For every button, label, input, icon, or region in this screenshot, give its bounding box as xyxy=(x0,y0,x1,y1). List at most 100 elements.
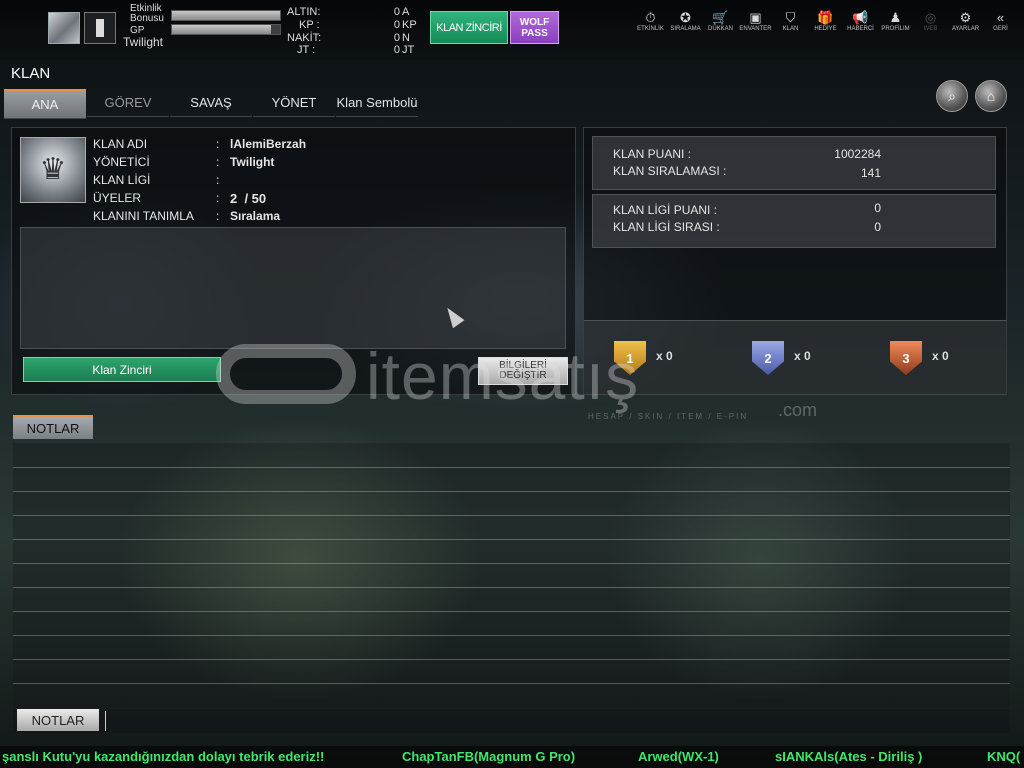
search-button[interactable]: ⌕ xyxy=(936,80,968,112)
nav-label: SIRALAMA xyxy=(670,26,701,32)
clan-chain-top-button[interactable]: KLAN ZİNCİRİ xyxy=(430,11,508,44)
wolf-pass-button[interactable]: WOLF PASS xyxy=(510,11,559,44)
note-line xyxy=(13,539,1010,540)
bronze-medal-count: x 0 xyxy=(932,349,949,363)
clan-tabs: ANA GÖREV SAVAŞ YÖNET Klan Sembolü xyxy=(4,89,419,119)
clan-name-row: KLAN ADI: lAlemiBerzah xyxy=(93,137,493,153)
nav-globe[interactable]: ◎ WEB xyxy=(913,10,948,32)
note-line xyxy=(13,467,1010,468)
edit-info-button[interactable]: BİLGİLERİ DEĞİŞTİR xyxy=(478,357,568,385)
silver-medal-icon: 2 xyxy=(752,341,784,375)
notes-input[interactable] xyxy=(105,711,990,731)
info-colon: : xyxy=(216,173,220,187)
search-icon: ⌕ xyxy=(948,87,956,104)
tab-4[interactable]: Klan Sembolü xyxy=(336,89,418,117)
note-line xyxy=(13,563,1010,564)
currency-value: 0 xyxy=(393,6,400,18)
nav-stopwatch[interactable]: ⏱ ETKİNLİK xyxy=(633,10,668,32)
currency-value: 0 xyxy=(393,19,400,31)
home-button[interactable]: ⌂ xyxy=(975,80,1007,112)
top-bar: Etkinlik Bonusu GP Twilight ALTIN: 0 A K… xyxy=(0,0,1024,60)
league-score-box: KLAN LİGİ PUANI : 0 KLAN LİGİ SIRASI : 0 xyxy=(592,194,996,248)
nav-label: ENVANTER xyxy=(739,26,772,32)
currency-unit: JT xyxy=(402,44,415,56)
info-colon: : xyxy=(216,191,220,205)
info-key: YÖNETİCİ xyxy=(93,155,150,169)
currency-unit: KP xyxy=(402,19,417,31)
notes-submit-button[interactable]: NOTLAR xyxy=(17,709,99,731)
clan-name-value: lAlemiBerzah xyxy=(230,137,307,151)
news-ticker: şanslı Kutu'yu kazandığınızdan dolayı te… xyxy=(0,746,1024,768)
gp-bar xyxy=(171,24,281,35)
nav-gift[interactable]: 🎁 HEDİYE xyxy=(808,10,843,32)
note-line xyxy=(13,515,1010,516)
event-bonus-bar-fill xyxy=(172,11,280,20)
info-key: KLAN ADI xyxy=(93,137,148,151)
tab-2[interactable]: SAVAŞ xyxy=(170,89,252,117)
nav-inventory[interactable]: ▣ ENVANTER xyxy=(738,10,773,32)
nav-shield[interactable]: ⛉ KLAN xyxy=(773,10,808,32)
currency-nakit: NAKİT: 0 N xyxy=(287,32,427,44)
home-icon: ⌂ xyxy=(986,88,996,104)
username: Twilight xyxy=(123,35,164,49)
nav-cart[interactable]: 🛒 DÜKKAN xyxy=(703,10,738,32)
clan-league-row: KLAN LİGİ: xyxy=(93,173,493,189)
nav-gear[interactable]: ⚙ AYARLAR xyxy=(948,10,983,32)
currency-unit: N xyxy=(402,32,410,44)
clan-members-row: ÜYELER: 2 / 50 xyxy=(93,191,493,207)
event-bonus-bar xyxy=(171,10,281,21)
tab-1[interactable]: GÖREV xyxy=(87,89,169,117)
nav-label: HABERCİ xyxy=(847,26,874,32)
currency-label: JT : xyxy=(297,44,316,56)
clan-description-box[interactable] xyxy=(20,227,566,349)
shield-icon: ⛉ xyxy=(785,10,796,25)
medal-icon: ✪ xyxy=(680,10,691,25)
silver-medal-count: x 0 xyxy=(794,349,811,363)
clan-info-panel: ♛ KLAN ADI: lAlemiBerzah YÖNETİCİ: Twili… xyxy=(11,127,576,395)
note-line xyxy=(13,683,1010,684)
event-bonus-label: Etkinlik Bonusu xyxy=(130,3,164,24)
nav-label: GERİ xyxy=(993,26,1008,32)
currency-jt: JT : 0 JT xyxy=(287,44,427,56)
page-title: KLAN xyxy=(11,65,51,82)
clan-description-value: Sıralama xyxy=(230,209,281,223)
nav-profile[interactable]: ♟ PROFİLIM xyxy=(878,10,913,32)
clan-rank-value: 141 xyxy=(860,166,881,180)
cart-icon: 🛒 xyxy=(712,10,729,25)
stat-key: KLAN PUANI : xyxy=(613,147,692,161)
watermark-subtext: HESAP / SKIN / ITEM / E-PIN xyxy=(588,412,749,421)
currency-label: NAKİT: xyxy=(287,32,322,44)
currency-value: 0 xyxy=(393,44,400,56)
watermark-domain: .com xyxy=(778,400,818,420)
nav-megaphone[interactable]: 📢 HABERCİ xyxy=(843,10,878,32)
clan-stats-panel: KLAN PUANI : 1002284 KLAN SIRALAMASI : 1… xyxy=(583,127,1007,395)
currency-kp: KP : 0 KP xyxy=(287,19,427,31)
stopwatch-icon: ⏱ xyxy=(645,10,656,25)
nav-medal[interactable]: ✪ SIRALAMA xyxy=(668,10,703,32)
stat-key: KLAN SIRALAMASI : xyxy=(613,164,727,178)
rank-badge-icon xyxy=(48,12,80,44)
nav-label: PROFİLIM xyxy=(881,26,910,32)
medal-strip: 1 x 0 2 x 0 3 x 0 xyxy=(584,320,1006,395)
league-rank-value: 0 xyxy=(874,220,881,234)
note-line xyxy=(13,611,1010,612)
profile-icon: ♟ xyxy=(889,10,902,25)
stat-key: KLAN LİGİ SIRASI : xyxy=(613,220,720,234)
notes-tab[interactable]: NOTLAR xyxy=(13,415,93,439)
clan-score-box: KLAN PUANI : 1002284 KLAN SIRALAMASI : 1… xyxy=(592,136,996,190)
inventory-icon: ▣ xyxy=(749,10,762,25)
tab-3[interactable]: YÖNET xyxy=(253,89,335,117)
info-key: KLANINI TANIMLA xyxy=(93,209,194,223)
player-status-icon[interactable] xyxy=(84,12,116,44)
gear-icon: ⚙ xyxy=(959,10,972,25)
currency-label: KP : xyxy=(299,19,320,31)
info-colon: : xyxy=(216,155,220,169)
notes-input-bar: NOTLAR xyxy=(13,709,1010,733)
nav-back[interactable]: «GERİ xyxy=(983,10,1018,32)
nav-label: HEDİYE xyxy=(814,26,837,32)
notes-area xyxy=(13,443,1010,708)
league-points-value: 0 xyxy=(874,201,881,215)
clan-chain-button[interactable]: Klan Zinciri xyxy=(23,357,221,382)
tab-0[interactable]: ANA xyxy=(4,89,86,119)
ticker-item: şanslı Kutu'yu kazandığınızdan dolayı te… xyxy=(2,749,325,764)
